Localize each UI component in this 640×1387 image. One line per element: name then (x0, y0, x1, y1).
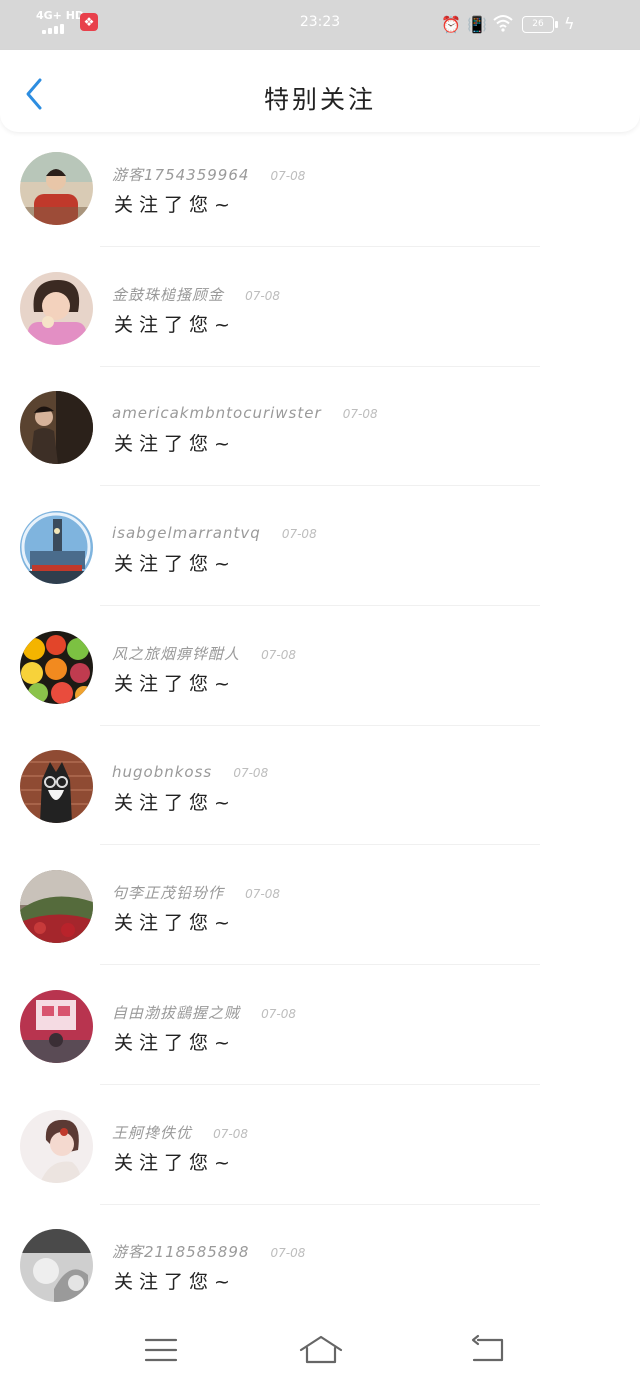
username[interactable]: americakmbntocuriwster (112, 404, 322, 422)
list-item[interactable]: americakmbntocuriwster 07-08 关注了您~ (0, 377, 640, 497)
action-text: 关注了您~ (114, 792, 236, 815)
name-line: americakmbntocuriwster 07-08 (112, 403, 378, 425)
divider (100, 485, 540, 487)
divider (100, 365, 540, 367)
action-text: 关注了您~ (114, 194, 236, 216)
list-item[interactable]: 王舸搀佚优 07-08 关注了您~ (0, 1096, 640, 1216)
back-icon[interactable] (468, 1332, 508, 1368)
username[interactable]: 句李正茂铅玢作 (112, 884, 224, 902)
list-item[interactable]: 游客1754359964 07-08 关注了您~ (0, 138, 640, 258)
name-line: hugobnkoss 07-08 (112, 762, 268, 784)
avatar[interactable] (20, 271, 93, 345)
avatar[interactable] (20, 750, 93, 824)
divider (100, 724, 540, 726)
date-label: 07-08 (281, 527, 317, 542)
avatar[interactable] (20, 1229, 93, 1303)
divider (100, 964, 540, 966)
action-text: 关注了您~ (114, 672, 236, 695)
divider (100, 605, 540, 607)
avatar[interactable] (20, 989, 93, 1063)
username[interactable]: 风之旅烟痹铧酣人 (112, 645, 240, 663)
username[interactable]: 金鼓珠槌搔顾金 (112, 286, 224, 304)
list-item[interactable]: 句李正茂铅玢作 07-08 关注了您~ (0, 856, 640, 976)
avatar[interactable] (20, 630, 93, 704)
status-bar: 4G+ HD ❖ 23:23 ⏰ 📳 26 ϟ (0, 0, 640, 50)
date-label: 07-08 (213, 1126, 248, 1141)
avatar[interactable] (20, 1109, 93, 1183)
action-text: 关注了您~ (114, 1151, 236, 1174)
page-title: 特别关注 (263, 85, 376, 114)
battery-icon: 26 (522, 16, 558, 33)
menu-icon[interactable] (142, 1332, 182, 1368)
date-label: 07-08 (342, 407, 378, 422)
name-line: 风之旅烟痹铧酣人 07-08 (112, 643, 296, 665)
divider (100, 844, 540, 846)
username[interactable]: isabgelmarrantvq (112, 524, 261, 542)
home-icon[interactable] (298, 1332, 344, 1368)
date-label: 07-08 (270, 1246, 306, 1261)
avatar[interactable] (20, 511, 93, 585)
wifi-icon (492, 14, 514, 36)
username[interactable]: 游客2118585898 (112, 1243, 249, 1261)
status-right: ⏰ 📳 26 ϟ (440, 14, 610, 36)
action-text: 关注了您~ (114, 1271, 236, 1294)
date-label: 07-08 (245, 288, 280, 303)
avatar[interactable] (20, 870, 93, 944)
username[interactable]: 王舸搀佚优 (112, 1124, 192, 1142)
action-text: 关注了您~ (114, 433, 236, 456)
username[interactable]: hugobnkoss (112, 763, 212, 781)
list-item[interactable]: isabgelmarrantvq 07-08 关注了您~ (0, 497, 640, 617)
divider (100, 246, 540, 247)
action-text: 关注了您~ (114, 1031, 236, 1054)
name-line: isabgelmarrantvq 07-08 (112, 523, 317, 545)
avatar[interactable] (20, 152, 93, 225)
action-text: 关注了您~ (114, 553, 236, 576)
alarm-icon: ⏰ (441, 15, 461, 34)
list-item[interactable]: hugobnkoss 07-08 关注了您~ (0, 736, 640, 856)
avatar[interactable] (20, 391, 93, 465)
date-label: 07-08 (233, 766, 269, 781)
action-text: 关注了您~ (114, 313, 236, 336)
username[interactable]: 自由渤拔鷂握之贼 (112, 1004, 240, 1022)
header: 特别关注 (0, 50, 640, 132)
date-label: 07-08 (261, 647, 296, 662)
system-nav-bar (0, 1312, 640, 1387)
list-item[interactable]: 金鼓珠槌搔顾金 07-08 关注了您~ (0, 258, 640, 378)
name-line: 自由渤拔鷂握之贼 07-08 (112, 1002, 296, 1024)
name-line: 游客2118585898 07-08 (112, 1241, 305, 1263)
vibrate-icon: 📳 (467, 15, 487, 34)
follow-list: 游客1754359964 07-08 关注了您~ 金鼓珠槌搔顾金 07-08 关… (0, 138, 640, 1335)
name-line: 王舸搀佚优 07-08 (112, 1122, 248, 1144)
action-text: 关注了您~ (114, 912, 236, 935)
list-item[interactable]: 自由渤拔鷂握之贼 07-08 关注了您~ (0, 976, 640, 1096)
list-item[interactable]: 风之旅烟痹铧酣人 07-08 关注了您~ (0, 617, 640, 737)
divider (100, 1083, 540, 1085)
date-label: 07-08 (261, 1006, 296, 1021)
name-line: 游客1754359964 07-08 (112, 164, 305, 186)
name-line: 金鼓珠槌搔顾金 07-08 (112, 284, 280, 306)
username[interactable]: 游客1754359964 (112, 166, 249, 184)
date-label: 07-08 (270, 169, 306, 183)
date-label: 07-08 (245, 887, 280, 902)
charging-icon: ϟ (564, 14, 575, 33)
divider (100, 1203, 540, 1205)
name-line: 句李正茂铅玢作 07-08 (112, 882, 280, 904)
